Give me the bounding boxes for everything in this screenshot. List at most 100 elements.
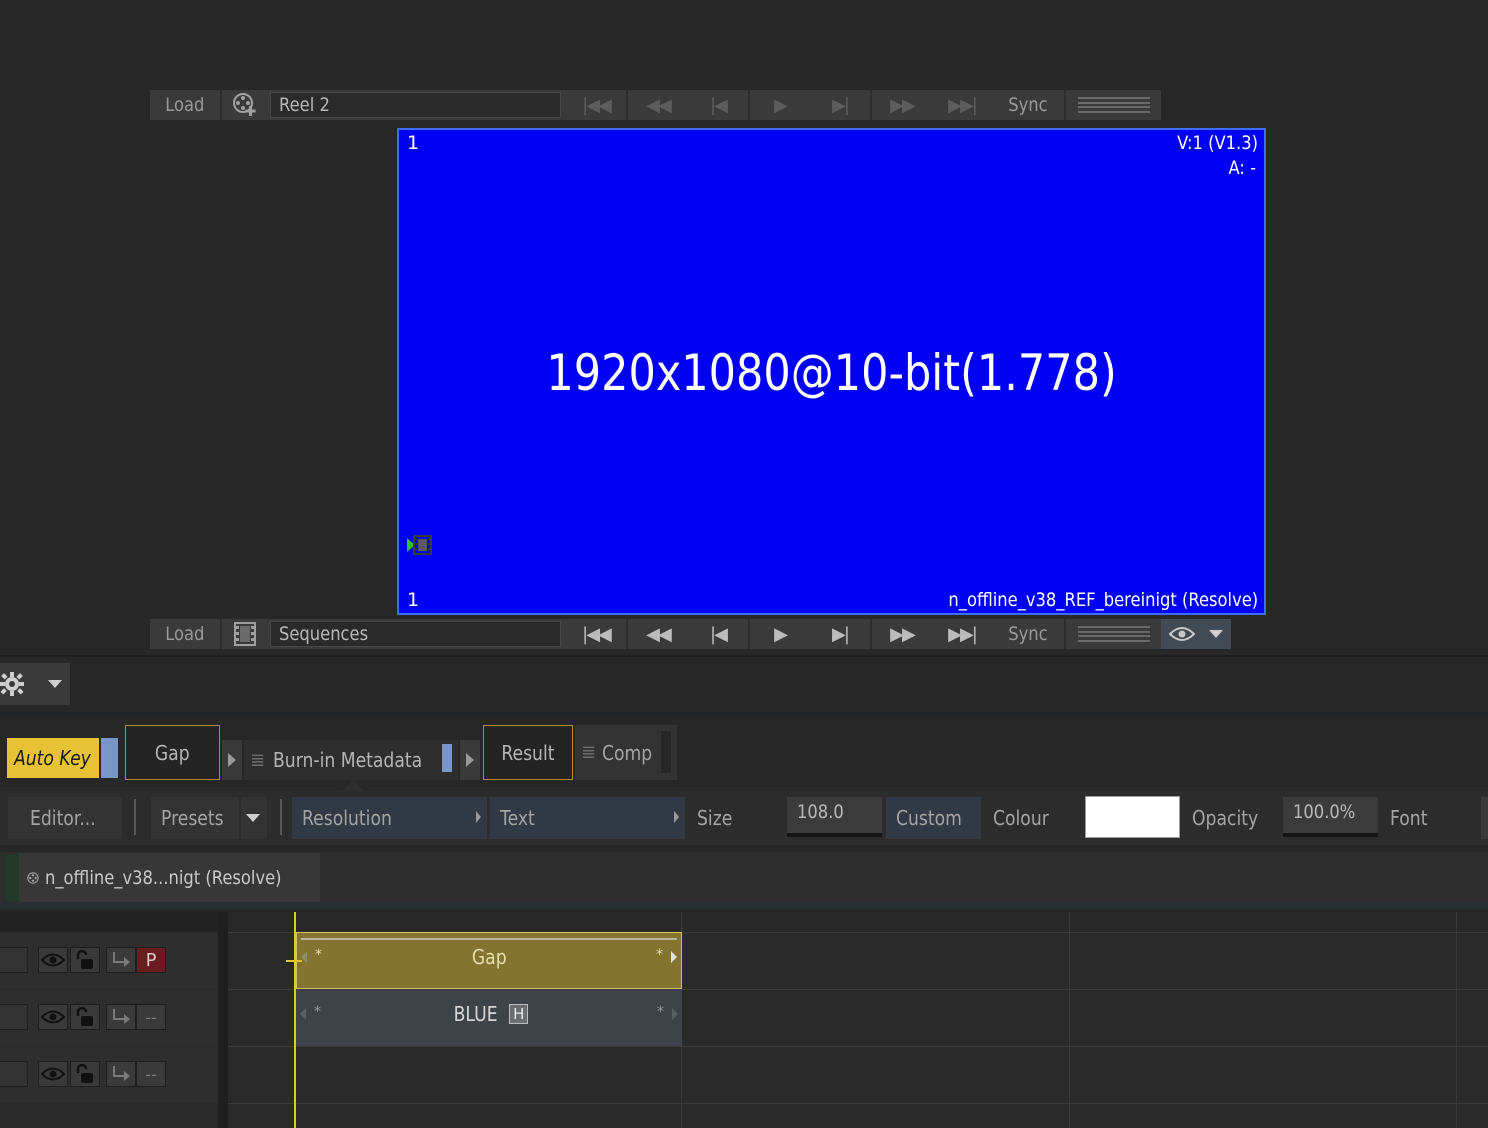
clip-label: BLUE H xyxy=(296,1002,682,1026)
track-header-3: -- xyxy=(0,1047,218,1103)
load-button[interactable]: Load xyxy=(150,90,220,120)
resolution-overlay: 1920x1080@10-bit(1.778) xyxy=(546,344,1117,402)
sync-button[interactable]: Sync xyxy=(992,619,1064,649)
burnin-indicator xyxy=(442,744,452,772)
sequence-tab-accent xyxy=(5,855,19,901)
colour-label: Colour xyxy=(993,806,1049,830)
route-icon[interactable] xyxy=(106,1061,136,1087)
auto-key-indicator xyxy=(101,738,118,778)
source-field[interactable]: Reel 2 xyxy=(270,92,561,118)
priority-badge[interactable]: -- xyxy=(136,1004,166,1030)
step-forward-button[interactable]: ▶| xyxy=(810,619,870,649)
editor-button[interactable]: Editor... xyxy=(8,797,122,839)
opacity-label: Opacity xyxy=(1192,806,1259,830)
divider xyxy=(134,799,136,835)
list-icon: ≣ xyxy=(250,749,266,771)
text-menu[interactable]: Text xyxy=(490,797,685,839)
go-to-start-button[interactable]: |◀◀ xyxy=(565,90,627,120)
go-to-start-button[interactable]: |◀◀ xyxy=(565,619,627,649)
step-forward-button[interactable]: ▶| xyxy=(810,90,870,120)
expand-arrow[interactable] xyxy=(460,740,480,780)
burnin-node[interactable]: ≣ Burn-in Metadata xyxy=(244,740,458,780)
play-button[interactable]: ▶ xyxy=(750,619,810,649)
timeline-area: P -- -- Gap * * BLUE H * * xyxy=(0,912,1488,1128)
priority-badge[interactable]: -- xyxy=(136,1061,166,1087)
route-icon[interactable] xyxy=(106,1004,136,1030)
opacity-field[interactable]: 100.0% xyxy=(1283,797,1378,837)
custom-button[interactable]: Custom xyxy=(886,797,981,839)
playhead-marker xyxy=(286,960,302,962)
version-label: V:1 (V1.3) xyxy=(1177,132,1258,154)
lock-icon[interactable] xyxy=(70,1061,100,1087)
gap-node[interactable]: Gap xyxy=(125,725,220,780)
priority-badge[interactable]: P xyxy=(136,947,166,973)
clip-name-label: n_offline_v38_REF_bereinigt (Resolve) xyxy=(948,589,1258,611)
list-icon: ≣ xyxy=(581,742,597,763)
viewer-frame[interactable]: 1 V:1 (V1.3) A: - 1920x1080@10-bit(1.778… xyxy=(397,128,1266,615)
load-button[interactable]: Load xyxy=(150,619,220,649)
track-select-button[interactable] xyxy=(0,1061,28,1087)
colour-swatch[interactable] xyxy=(1085,796,1180,838)
font-label: Font xyxy=(1390,806,1428,830)
lock-icon[interactable] xyxy=(70,1004,100,1030)
comp-node[interactable]: ≣ Comp xyxy=(575,725,677,780)
clip-badge: H xyxy=(509,1004,529,1024)
blue-clip[interactable]: BLUE H * * xyxy=(296,990,682,1046)
sequence-tab[interactable]: n_offline_v38...nigt (Resolve) xyxy=(19,853,320,903)
auto-key-button[interactable]: Auto Key xyxy=(7,738,99,778)
audio-label: A: - xyxy=(1228,157,1256,179)
size-field[interactable]: 108.0 xyxy=(787,797,882,837)
top-transport-bar: Load Reel 2 |◀◀ ◀◀ |◀ ▶ ▶| ▶▶ ▶▶| Sync xyxy=(150,90,1161,120)
font-field[interactable] xyxy=(1481,797,1488,839)
reel-icon xyxy=(27,872,39,884)
frame-number-top: 1 xyxy=(407,132,420,154)
divider xyxy=(280,799,282,835)
eye-icon[interactable] xyxy=(38,1061,68,1087)
track-header-top xyxy=(0,912,218,932)
presets-button[interactable]: Presets xyxy=(151,797,239,839)
go-to-end-button[interactable]: ▶▶| xyxy=(932,619,992,649)
step-back-button[interactable]: |◀ xyxy=(688,619,748,649)
gear-menu[interactable] xyxy=(0,663,70,705)
film-clip-icon xyxy=(407,534,433,560)
lock-icon[interactable] xyxy=(70,947,100,973)
sync-button[interactable]: Sync xyxy=(992,90,1064,120)
chevron-down-icon xyxy=(246,814,260,822)
track-select-button[interactable] xyxy=(0,1004,28,1030)
eye-icon[interactable] xyxy=(38,947,68,973)
source-field[interactable]: Sequences xyxy=(270,621,561,647)
frame-number-bottom: 1 xyxy=(407,589,420,611)
chevron-down-icon[interactable] xyxy=(48,680,62,688)
eye-dropdown-icon[interactable] xyxy=(1209,630,1223,638)
fast-forward-button[interactable]: ▶▶ xyxy=(872,90,932,120)
film-strip-icon[interactable] xyxy=(222,619,268,649)
result-node[interactable]: Result xyxy=(483,725,573,780)
track-header-divider xyxy=(218,912,228,1128)
panel-divider-2 xyxy=(0,712,1488,716)
size-label: Size xyxy=(697,806,733,830)
route-icon[interactable] xyxy=(106,947,136,973)
eye-icon[interactable] xyxy=(1161,619,1231,649)
expand-arrow[interactable] xyxy=(222,740,242,780)
drag-handle[interactable] xyxy=(1066,90,1161,120)
fast-forward-button[interactable]: ▶▶ xyxy=(872,619,932,649)
rewind-button[interactable]: ◀◀ xyxy=(628,90,688,120)
playhead[interactable] xyxy=(294,912,296,1128)
gear-icon[interactable] xyxy=(0,671,26,697)
clip-label: Gap xyxy=(471,945,507,969)
bottom-transport-bar: Load Sequences |◀◀ ◀◀ |◀ ▶ ▶| ▶▶ ▶▶| Syn… xyxy=(150,619,1231,649)
eye-icon[interactable] xyxy=(38,1004,68,1030)
presets-dropdown[interactable] xyxy=(241,797,267,839)
drag-handle[interactable] xyxy=(1066,619,1161,649)
gap-clip[interactable]: Gap * * xyxy=(296,932,682,989)
rewind-button[interactable]: ◀◀ xyxy=(628,619,688,649)
go-to-end-button[interactable]: ▶▶| xyxy=(932,90,992,120)
reel-add-icon[interactable] xyxy=(222,90,268,120)
timeline-ruler xyxy=(228,912,1488,932)
step-back-button[interactable]: |◀ xyxy=(688,90,748,120)
tab-underline xyxy=(0,902,1488,910)
resolution-menu[interactable]: Resolution xyxy=(292,797,487,839)
track-select-button[interactable] xyxy=(0,947,28,973)
play-button[interactable]: ▶ xyxy=(750,90,810,120)
panel-divider xyxy=(0,655,1488,657)
